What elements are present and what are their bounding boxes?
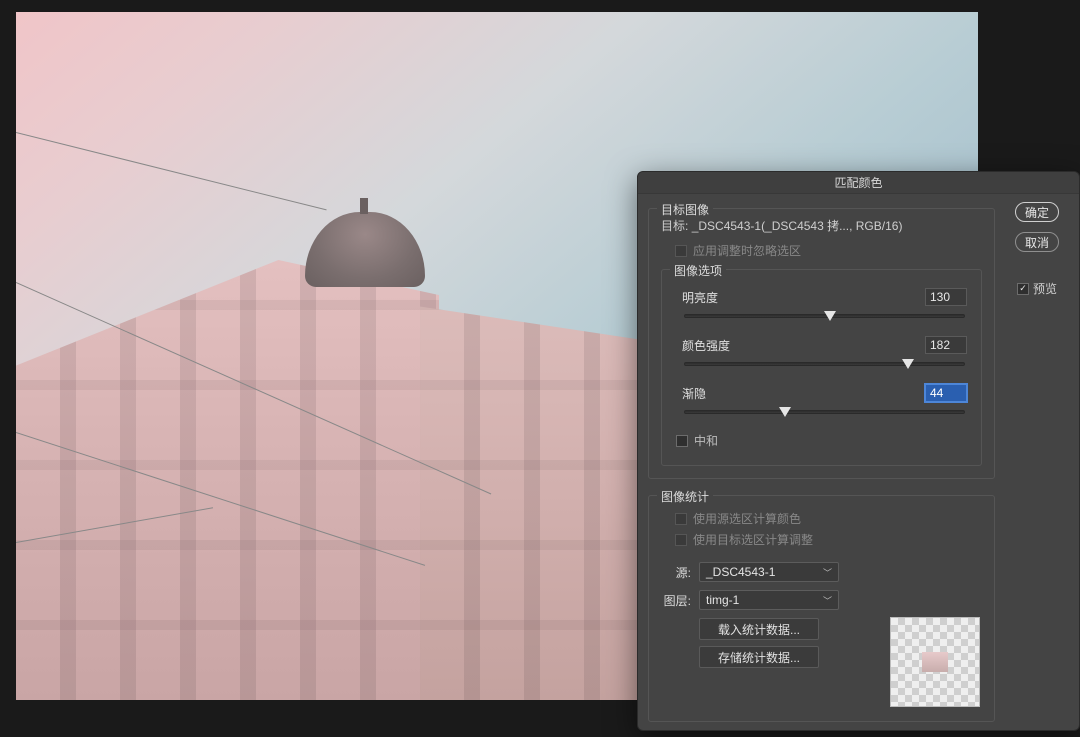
use-target-selection-label: 使用目标选区计算调整 xyxy=(693,531,813,548)
source-dropdown[interactable]: _DSC4543-1 ﹀ xyxy=(699,562,839,582)
layer-label: 图层: xyxy=(661,592,691,609)
use-source-selection-row: 使用源选区计算颜色 xyxy=(675,510,982,527)
intensity-label: 颜色强度 xyxy=(682,337,730,354)
intensity-slider[interactable] xyxy=(684,362,965,366)
source-thumbnail-image xyxy=(922,652,948,672)
intensity-value[interactable]: 182 xyxy=(925,336,967,354)
ignore-selection-label: 应用调整时忽略选区 xyxy=(693,242,801,259)
source-thumbnail xyxy=(890,617,980,707)
preview-checkbox[interactable] xyxy=(1017,283,1029,295)
dialog-title: 匹配颜色 xyxy=(638,172,1079,194)
fade-row: 渐隐 44 xyxy=(674,384,969,414)
neutralize-checkbox[interactable] xyxy=(676,435,688,447)
group-legend-stats: 图像统计 xyxy=(657,488,713,505)
use-target-selection-checkbox xyxy=(675,534,687,546)
layer-dropdown[interactable]: timg-1 ﹀ xyxy=(699,590,839,610)
layer-value: timg-1 xyxy=(706,593,739,607)
chevron-down-icon: ﹀ xyxy=(823,566,832,579)
group-legend-target: 目标图像 xyxy=(657,201,713,218)
layer-row: 图层: timg-1 ﹀ xyxy=(661,590,982,610)
brightness-value[interactable]: 130 xyxy=(925,288,967,306)
target-prefix: 目标: xyxy=(661,219,688,233)
source-label: 源: xyxy=(661,564,691,581)
fade-slider[interactable] xyxy=(684,410,965,414)
brightness-row: 明亮度 130 xyxy=(674,288,969,318)
save-stats-button[interactable]: 存储统计数据... xyxy=(699,646,819,668)
fade-thumb[interactable] xyxy=(779,407,791,417)
preview-label: 预览 xyxy=(1033,280,1057,297)
use-source-selection-label: 使用源选区计算颜色 xyxy=(693,510,801,527)
target-line: 目标: _DSC4543-1(_DSC4543 拷..., RGB/16) xyxy=(661,217,982,234)
neutralize-label: 中和 xyxy=(694,432,718,449)
group-legend-options: 图像选项 xyxy=(670,262,726,279)
intensity-row: 颜色强度 182 xyxy=(674,336,969,366)
use-source-selection-checkbox xyxy=(675,513,687,525)
brightness-label: 明亮度 xyxy=(682,289,718,306)
source-row: 源: _DSC4543-1 ﹀ xyxy=(661,562,982,582)
brightness-thumb[interactable] xyxy=(824,311,836,321)
dialog-side-buttons: 确定 取消 预览 xyxy=(1003,202,1071,722)
use-target-selection-row: 使用目标选区计算调整 xyxy=(675,531,982,548)
fade-label: 渐隐 xyxy=(682,385,706,402)
ok-button[interactable]: 确定 xyxy=(1015,202,1059,222)
preview-toggle-row: 预览 xyxy=(1017,280,1057,297)
fade-value[interactable]: 44 xyxy=(925,384,967,402)
image-options-group: 图像选项 明亮度 130 颜色强度 182 xyxy=(661,269,982,466)
match-color-dialog: 匹配颜色 目标图像 目标: _DSC4543-1(_DSC4543 拷..., … xyxy=(637,171,1080,731)
load-stats-button[interactable]: 载入统计数据... xyxy=(699,618,819,640)
target-image-group: 目标图像 目标: _DSC4543-1(_DSC4543 拷..., RGB/1… xyxy=(648,208,995,479)
chevron-down-icon: ﹀ xyxy=(823,594,832,607)
target-value: _DSC4543-1(_DSC4543 拷..., RGB/16) xyxy=(692,219,903,233)
brightness-slider[interactable] xyxy=(684,314,965,318)
image-stats-group: 图像统计 使用源选区计算颜色 使用目标选区计算调整 源: _DSC4543-1 … xyxy=(648,495,995,722)
intensity-thumb[interactable] xyxy=(902,359,914,369)
cancel-button[interactable]: 取消 xyxy=(1015,232,1059,252)
ignore-selection-row: 应用调整时忽略选区 xyxy=(675,242,982,259)
ignore-selection-checkbox xyxy=(675,245,687,257)
neutralize-row: 中和 xyxy=(676,432,969,449)
source-value: _DSC4543-1 xyxy=(706,565,775,579)
